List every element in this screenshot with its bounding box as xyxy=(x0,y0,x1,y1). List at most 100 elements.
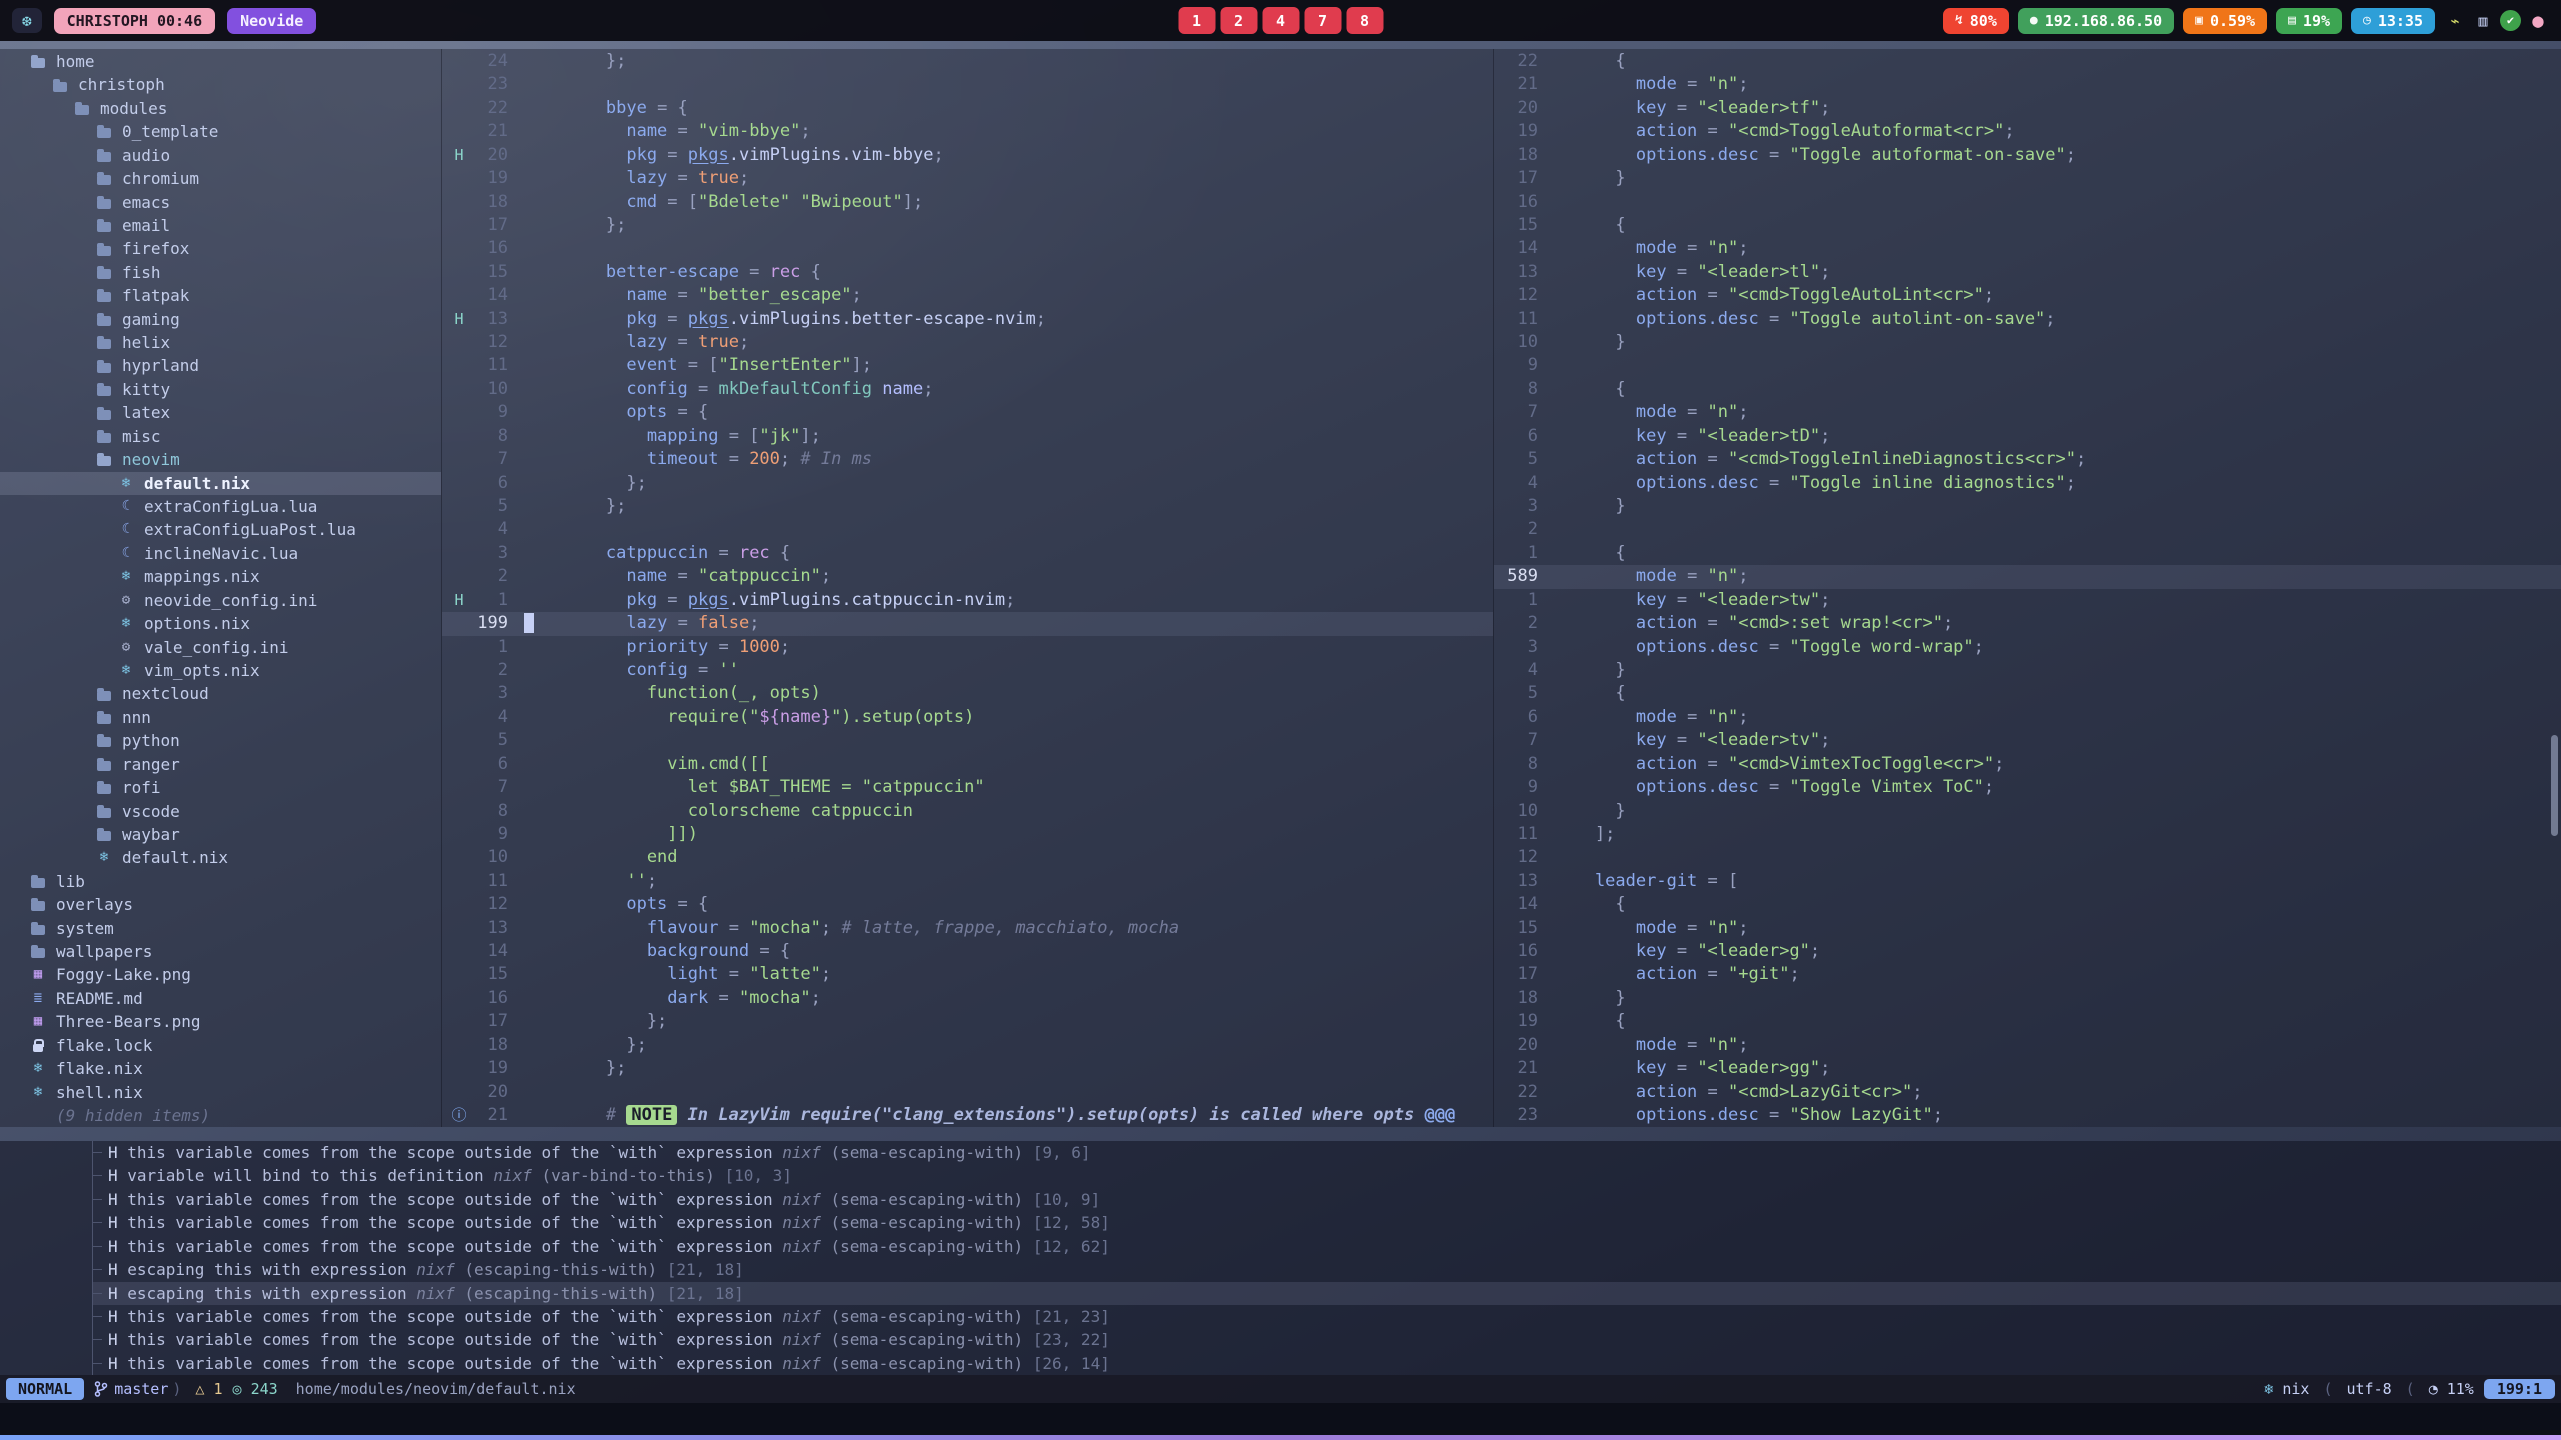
diagnostic-row[interactable]: H variable will bind to this definition … xyxy=(93,1164,2561,1187)
code-line-current[interactable]: 589 mode = "n"; xyxy=(1494,565,2561,588)
tree-item[interactable]: ▦Foggy-Lake.png xyxy=(0,963,441,986)
code-line[interactable]: 14 { xyxy=(1494,893,2561,916)
code-line[interactable]: 16 key = "<leader>g"; xyxy=(1494,940,2561,963)
code-line[interactable]: 5 action = "<cmd>ToggleInlineDiagnostics… xyxy=(1494,448,2561,471)
code-line[interactable]: 13 key = "<leader>tl"; xyxy=(1494,261,2561,284)
tree-item[interactable]: misc xyxy=(0,425,441,448)
tree-item[interactable]: ⚙neovide_config.ini xyxy=(0,589,441,612)
diagnostic-row[interactable]: H this variable comes from the scope out… xyxy=(93,1211,2561,1234)
tree-item[interactable]: flatpak xyxy=(0,284,441,307)
code-line[interactable]: 19 lazy = true; xyxy=(442,167,1493,190)
tree-item[interactable]: ▦Three-Bears.png xyxy=(0,1010,441,1033)
code-line[interactable]: 6 }; xyxy=(442,472,1493,495)
tree-item[interactable]: nextcloud xyxy=(0,682,441,705)
code-line[interactable]: 9 xyxy=(1494,354,2561,377)
code-line[interactable]: 3 function(_, opts) xyxy=(442,682,1493,705)
code-line[interactable]: 3 } xyxy=(1494,495,2561,518)
launcher-icon[interactable]: ❆ xyxy=(12,8,42,33)
code-line[interactable]: 5 { xyxy=(1494,682,2561,705)
code-line[interactable]: 16 xyxy=(442,237,1493,260)
code-line[interactable]: 10 config = mkDefaultConfig name; xyxy=(442,378,1493,401)
code-line[interactable]: 19 }; xyxy=(442,1057,1493,1080)
code-line[interactable]: 13 flavour = "mocha"; # latte, frappe, m… xyxy=(442,917,1493,940)
diagnostic-row[interactable]: H this variable comes from the scope out… xyxy=(93,1235,2561,1258)
code-line[interactable]: 17 }; xyxy=(442,214,1493,237)
tree-item[interactable]: helix xyxy=(0,331,441,354)
diagnostic-row[interactable]: H escaping this with expression nixf (es… xyxy=(93,1258,2561,1281)
workspace-1[interactable]: 1 xyxy=(1178,7,1215,34)
tree-item[interactable]: email xyxy=(0,214,441,237)
code-line[interactable]: 10 } xyxy=(1494,331,2561,354)
code-line[interactable]: 7 let $BAT_THEME = "catppuccin" xyxy=(442,776,1493,799)
code-line[interactable]: 3 options.desc = "Toggle word-wrap"; xyxy=(1494,636,2561,659)
tree-item[interactable]: emacs xyxy=(0,191,441,214)
code-line[interactable]: 18 }; xyxy=(442,1034,1493,1057)
tree-item[interactable]: rofi xyxy=(0,776,441,799)
code-line[interactable]: ⓘ21 # NOTE In LazyVim require("clang_ext… xyxy=(442,1104,1493,1127)
tree-item[interactable]: wallpapers xyxy=(0,940,441,963)
tree-item[interactable]: ☾inclineNavic.lua xyxy=(0,542,441,565)
diagnostic-row[interactable]: H this variable comes from the scope out… xyxy=(93,1352,2561,1375)
code-line[interactable]: 19 action = "<cmd>ToggleAutoformat<cr>"; xyxy=(1494,120,2561,143)
tree-item[interactable]: ❄vim_opts.nix xyxy=(0,659,441,682)
code-line[interactable]: 15 { xyxy=(1494,214,2561,237)
code-line[interactable]: 17 } xyxy=(1494,167,2561,190)
code-line[interactable]: 6 key = "<leader>tD"; xyxy=(1494,425,2561,448)
code-line[interactable]: 18 options.desc = "Toggle autoformat-on-… xyxy=(1494,144,2561,167)
code-line[interactable]: 18 } xyxy=(1494,987,2561,1010)
code-line[interactable]: 16 dark = "mocha"; xyxy=(442,987,1493,1010)
network-indicator[interactable]: ● 192.168.86.50 xyxy=(2018,8,2174,34)
code-line[interactable]: 21 mode = "n"; xyxy=(1494,73,2561,96)
code-line[interactable]: 1 { xyxy=(1494,542,2561,565)
code-line[interactable]: 17 action = "+git"; xyxy=(1494,963,2561,986)
code-line[interactable]: 5 xyxy=(442,729,1493,752)
tree-item[interactable]: home xyxy=(0,50,441,73)
code-line[interactable]: 22 action = "<cmd>LazyGit<cr>"; xyxy=(1494,1081,2561,1104)
tree-item[interactable]: system xyxy=(0,917,441,940)
code-line[interactable]: 2 name = "catppuccin"; xyxy=(442,565,1493,588)
code-line[interactable]: H1 pkg = pkgs.vimPlugins.catppuccin-nvim… xyxy=(442,589,1493,612)
workspace-4[interactable]: 4 xyxy=(1262,7,1299,34)
tree-item[interactable]: flake.lock xyxy=(0,1034,441,1057)
tree-item[interactable]: ⚙vale_config.ini xyxy=(0,636,441,659)
code-line[interactable]: 8 mapping = ["jk"]; xyxy=(442,425,1493,448)
tree-item[interactable]: modules xyxy=(0,97,441,120)
code-line[interactable]: 4 options.desc = "Toggle inline diagnost… xyxy=(1494,472,2561,495)
tree-item[interactable]: ≣README.md xyxy=(0,987,441,1010)
tray-icon-1[interactable]: ▥ xyxy=(2472,10,2494,32)
tree-item[interactable]: ❄options.nix xyxy=(0,612,441,635)
code-line[interactable]: 4 xyxy=(442,518,1493,541)
code-line[interactable]: 2 xyxy=(1494,518,2561,541)
code-line[interactable]: H20 pkg = pkgs.vimPlugins.vim-bbye; xyxy=(442,144,1493,167)
tree-item-selected[interactable]: ❄default.nix xyxy=(0,472,441,495)
code-line[interactable]: 9 ]]) xyxy=(442,823,1493,846)
code-line[interactable]: 15 mode = "n"; xyxy=(1494,917,2561,940)
tray-icon-0[interactable]: ⌁ xyxy=(2444,10,2466,32)
code-line[interactable]: 7 key = "<leader>tv"; xyxy=(1494,729,2561,752)
code-line[interactable]: 13 leader-git = [ xyxy=(1494,870,2561,893)
code-line[interactable]: 4 } xyxy=(1494,659,2561,682)
tree-item[interactable]: ❄default.nix xyxy=(0,846,441,869)
code-line[interactable]: 11 event = ["InsertEnter"]; xyxy=(442,354,1493,377)
code-line[interactable]: 12 lazy = true; xyxy=(442,331,1493,354)
tree-item[interactable]: 0_template xyxy=(0,120,441,143)
diagnostic-row[interactable]: H this variable comes from the scope out… xyxy=(93,1305,2561,1328)
tree-item[interactable]: chromium xyxy=(0,167,441,190)
tree-item[interactable]: ❄shell.nix xyxy=(0,1081,441,1104)
tree-item[interactable]: nnn xyxy=(0,706,441,729)
code-line[interactable]: 12 action = "<cmd>ToggleAutoLint<cr>"; xyxy=(1494,284,2561,307)
code-line[interactable]: 20 xyxy=(442,1081,1493,1104)
code-line[interactable]: 11 options.desc = "Toggle autolint-on-sa… xyxy=(1494,308,2561,331)
code-line[interactable]: 7 mode = "n"; xyxy=(1494,401,2561,424)
workspace-7[interactable]: 7 xyxy=(1304,7,1341,34)
clock-indicator[interactable]: ◷ 13:35 xyxy=(2351,8,2435,34)
code-line[interactable]: 6 vim.cmd([[ xyxy=(442,753,1493,776)
cpu-indicator[interactable]: ▣ 0.59% xyxy=(2183,8,2267,34)
tree-item[interactable]: neovim xyxy=(0,448,441,471)
code-line[interactable]: 10 end xyxy=(442,846,1493,869)
tree-item[interactable]: kitty xyxy=(0,378,441,401)
battery-indicator[interactable]: ↯ 80% xyxy=(1943,8,2009,34)
code-line[interactable]: 22 bbye = { xyxy=(442,97,1493,120)
code-line[interactable]: 14 background = { xyxy=(442,940,1493,963)
code-line[interactable]: 15 better-escape = rec { xyxy=(442,261,1493,284)
